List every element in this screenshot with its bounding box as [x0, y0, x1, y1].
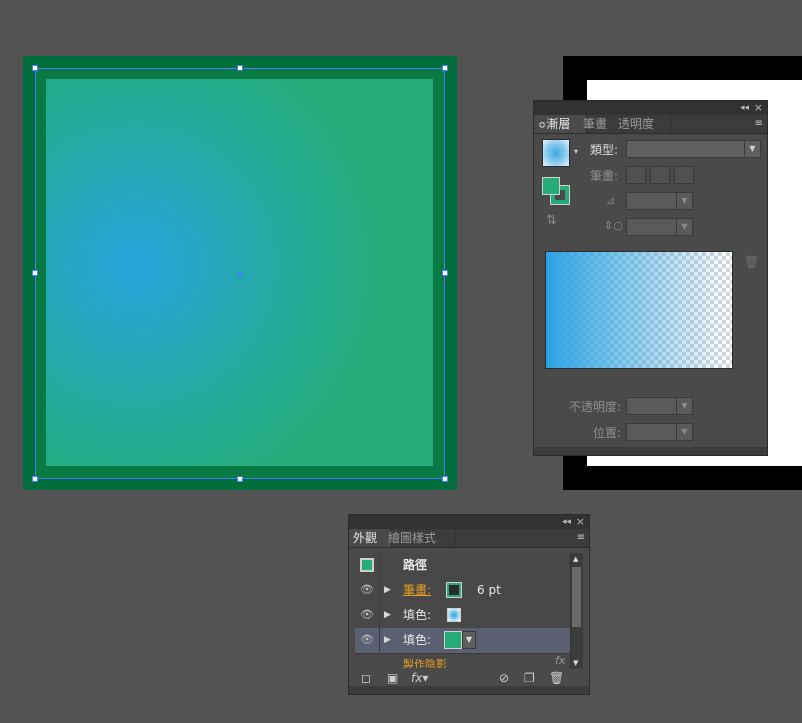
scroll-down-icon[interactable]: ▼: [573, 659, 578, 667]
panel-resize-grip[interactable]: [534, 447, 767, 455]
close-icon[interactable]: ×: [576, 515, 585, 529]
type-label: 類型:: [590, 143, 619, 157]
new-art-icon[interactable]: ◻: [361, 671, 371, 685]
close-icon[interactable]: ×: [754, 101, 763, 115]
angle-field[interactable]: ▼: [626, 192, 693, 210]
resize-handle-bottom-left[interactable]: [32, 476, 38, 482]
collapse-icon[interactable]: ◂◂: [562, 515, 571, 529]
eye-icon[interactable]: 👁: [355, 603, 380, 627]
duplicate-icon[interactable]: ❐: [524, 671, 535, 685]
fx-label: fx: [411, 671, 423, 685]
appearance-title: 路徑: [403, 558, 428, 572]
scroll-up-icon[interactable]: ▲: [573, 555, 578, 563]
solid-fill-swatch[interactable]: [444, 631, 462, 649]
fill-swatch[interactable]: [542, 177, 560, 195]
expand-triangle-icon[interactable]: ▶: [384, 603, 391, 627]
appearance-panel: ◂◂ × 外觀 繪圖樣式 ≡ 路徑 👁 ▶ 筆畫: 6 pt 👁 ▶ 填色: 👁…: [348, 514, 590, 695]
gradient-panel-tabs: ≎漸層 筆畫 透明度 ≡: [534, 115, 767, 134]
panel-title-bar[interactable]: ◂◂ ×: [349, 515, 589, 529]
resize-handle-top-left[interactable]: [32, 65, 38, 71]
appearance-fill-solid-row[interactable]: 👁 ▶ 填色: ▼: [355, 628, 573, 654]
stroke-label: 筆畫:: [590, 169, 619, 183]
chevron-down-icon[interactable]: ▼: [462, 631, 476, 649]
resize-handle-top[interactable]: [237, 65, 243, 71]
stroke-within-button[interactable]: [626, 166, 646, 184]
eye-icon[interactable]: 👁: [355, 578, 380, 602]
resize-handle-right[interactable]: [442, 270, 448, 276]
collapse-icon[interactable]: ◂◂: [740, 101, 749, 115]
stroke-color-swatch[interactable]: [446, 582, 462, 598]
object-center-point: [238, 272, 242, 276]
aspect-ratio-field[interactable]: ▼: [626, 218, 693, 236]
resize-handle-left[interactable]: [32, 270, 38, 276]
trash-icon[interactable]: 🗑: [549, 671, 564, 685]
appearance-stroke-row[interactable]: 👁 ▶ 筆畫: 6 pt: [355, 578, 573, 604]
trash-icon[interactable]: 🗑: [744, 255, 759, 269]
reverse-gradient-icon[interactable]: ⇅: [546, 213, 557, 228]
tab-gradient-label: 漸層: [546, 117, 571, 131]
stroke-link[interactable]: 筆畫:: [403, 578, 431, 602]
location-label: 位置:: [592, 426, 621, 440]
tab-graphic-styles[interactable]: 繪圖樣式: [384, 529, 455, 547]
type-dropdown[interactable]: ▼: [626, 140, 761, 158]
opacity-field[interactable]: ▼: [626, 397, 693, 415]
fill-label: 填色:: [403, 633, 432, 647]
gradient-preview-swatch[interactable]: [542, 139, 570, 167]
panel-resize-grip[interactable]: [349, 686, 589, 694]
eye-icon[interactable]: 👁: [355, 628, 380, 652]
clear-appearance-icon[interactable]: ▣: [387, 671, 398, 685]
scrollbar-thumb[interactable]: [572, 567, 581, 627]
gradient-fill-swatch[interactable]: [447, 608, 461, 622]
object-thumbnail: [355, 553, 380, 577]
gradient-slider-ramp[interactable]: [545, 251, 733, 369]
angle-icon: ⊿: [606, 194, 616, 207]
appearance-panel-tabs: 外觀 繪圖樣式 ≡: [349, 529, 589, 548]
chevron-down-icon: ▼: [676, 398, 692, 414]
fx-icon[interactable]: fx: [555, 654, 565, 667]
path-thumbnail-swatch: [360, 558, 374, 572]
drop-shadow-link[interactable]: 製作陰影: [403, 656, 447, 668]
resize-handle-top-right[interactable]: [442, 65, 448, 71]
stroke-across-button[interactable]: [674, 166, 694, 184]
chevron-down-icon: ▼: [744, 141, 760, 157]
resize-handle-bottom[interactable]: [237, 476, 243, 482]
no-icon[interactable]: ⊘: [499, 671, 509, 685]
aspect-ratio-icon: ⇕○: [604, 219, 623, 232]
appearance-scrollbar[interactable]: ▲ ▼: [570, 553, 583, 669]
fx-icon[interactable]: fx▾: [411, 671, 428, 685]
stroke-along-button[interactable]: [650, 166, 670, 184]
appearance-effect-row[interactable]: 製作陰影 fx: [355, 654, 573, 668]
panel-title-bar[interactable]: ◂◂ ×: [534, 101, 767, 115]
chevron-down-icon: ▼: [676, 219, 692, 235]
expand-triangle-icon[interactable]: ▶: [384, 578, 391, 602]
tab-transparency[interactable]: 透明度: [614, 115, 671, 133]
fill-label: 填色:: [403, 608, 432, 622]
chevron-down-icon[interactable]: ▾: [574, 147, 578, 156]
chevron-down-icon: ▼: [676, 424, 692, 440]
location-field[interactable]: ▼: [626, 423, 693, 441]
chevron-down-icon: ▼: [676, 193, 692, 209]
resize-handle-bottom-right[interactable]: [442, 476, 448, 482]
appearance-title-row[interactable]: 路徑: [355, 553, 573, 579]
appearance-fill-gradient-row[interactable]: 👁 ▶ 填色:: [355, 603, 573, 629]
opacity-label: 不透明度:: [568, 400, 621, 414]
expand-triangle-icon[interactable]: ▶: [384, 628, 391, 652]
panel-menu-icon[interactable]: ≡: [577, 529, 585, 547]
stroke-weight-value[interactable]: 6 pt: [477, 578, 501, 602]
panel-menu-icon[interactable]: ≡: [755, 115, 763, 133]
gradient-panel: ◂◂ × ≎漸層 筆畫 透明度 ≡ ▾ ⇅ 類型: ▼ 筆畫: ⊿ ▼ ⇕○ ▼…: [533, 100, 768, 456]
